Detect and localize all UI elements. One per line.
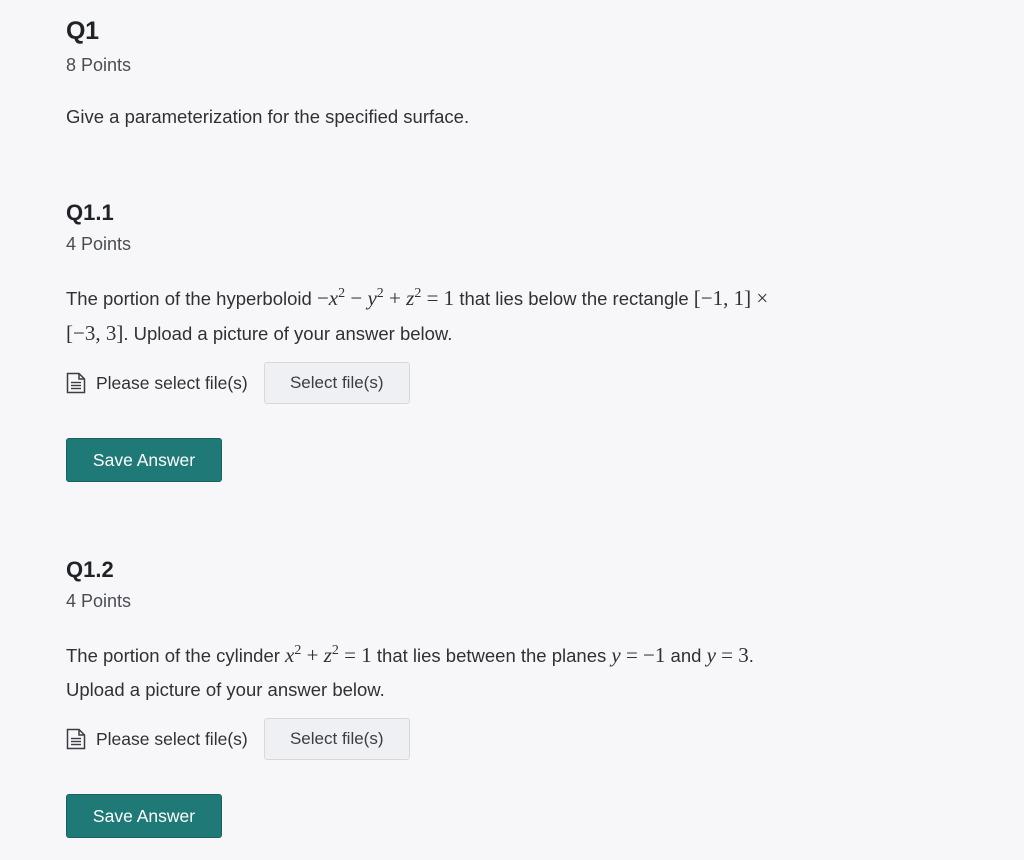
prompt-text: . Upload a picture of your answer below.: [123, 323, 453, 344]
file-status-label: Please select file(s): [96, 728, 248, 749]
file-upload-row: Please select file(s) Select file(s): [66, 717, 966, 761]
question-prompt: The portion of the cylinder x2 + z2 = 1 …: [66, 638, 966, 707]
prompt-text: .: [748, 645, 754, 666]
question-points: 4 Points: [66, 234, 132, 254]
plane-equation-1: y = −1: [611, 643, 666, 667]
save-answer-button[interactable]: Save Answer: [66, 438, 222, 482]
question-points: 8 Points: [66, 55, 132, 75]
prompt-text: that lies between the planes: [376, 645, 607, 666]
file-upload-row: Please select file(s) Select file(s): [66, 361, 966, 405]
question-prompt: The portion of the hyperboloid −x2 − y2 …: [66, 281, 966, 351]
question-q1-2: Q1.2 4 Points The portion of the cylinde…: [66, 556, 966, 838]
plane-equation-2: y = 3: [706, 643, 749, 667]
cylinder-equation: x2 + z2 = 1: [285, 643, 372, 667]
save-answer-button[interactable]: Save Answer: [66, 794, 222, 838]
question-points: 4 Points: [66, 591, 132, 611]
document-icon: [66, 372, 86, 394]
file-status-label: Please select file(s): [96, 372, 248, 393]
prompt-text: that lies below the rectangle: [459, 288, 689, 309]
question-title: Q1: [66, 17, 99, 45]
prompt-text: Upload a picture of your answer below.: [66, 679, 385, 700]
question-prompt: Give a parameterization for the specifie…: [66, 106, 470, 127]
question-title: Q1.2: [66, 557, 114, 582]
prompt-text: and: [670, 645, 702, 666]
prompt-text: The portion of the cylinder: [66, 645, 280, 666]
question-title: Q1.1: [66, 200, 114, 225]
select-files-button[interactable]: Select file(s): [263, 362, 410, 404]
hyperboloid-equation: −x2 − y2 + z2 = 1: [316, 286, 455, 310]
select-files-button[interactable]: Select file(s): [263, 718, 410, 760]
question-q1: Q1 8 Points Give a parameterization for …: [66, 16, 966, 134]
document-icon: [66, 728, 86, 750]
prompt-text: The portion of the hyperboloid: [66, 288, 312, 309]
question-q1-1: Q1.1 4 Points The portion of the hyperbo…: [66, 199, 966, 482]
